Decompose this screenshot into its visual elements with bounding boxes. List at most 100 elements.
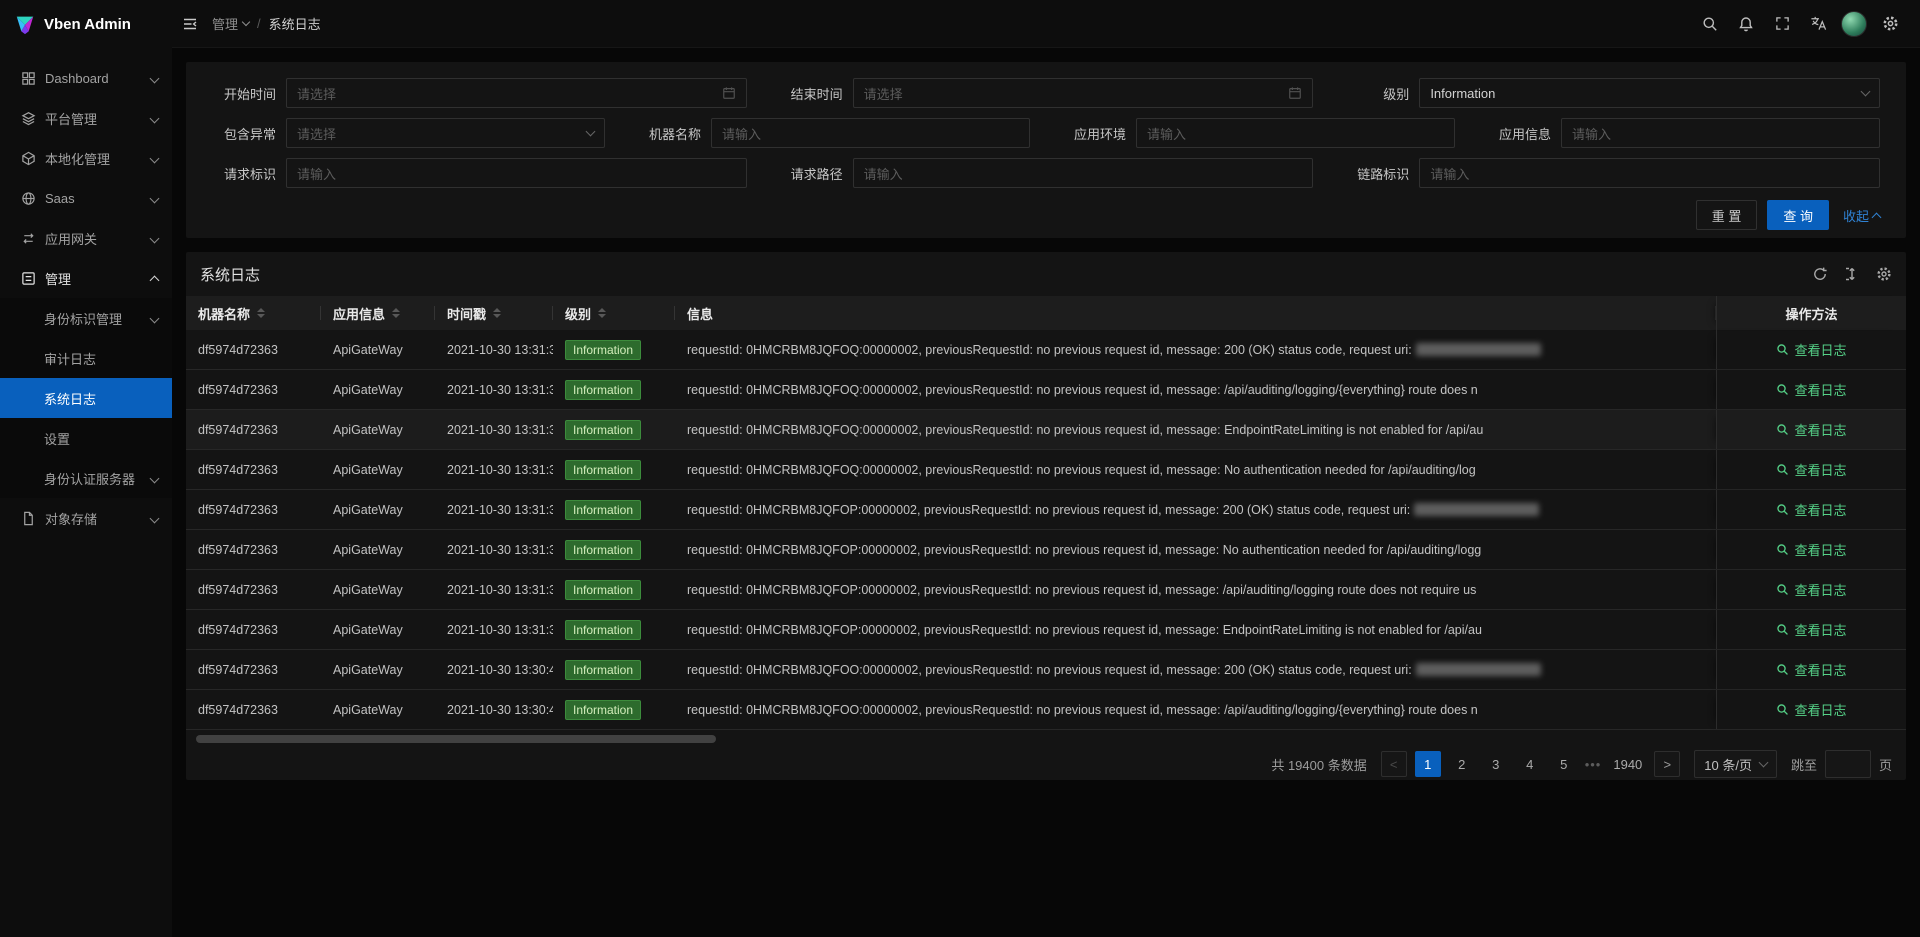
cell-message: requestId: 0HMCRBM8JQFOQ:00000002, previ… [675,330,1716,369]
table-row: df5974d72363ApiGateWay2021-10-30 13:31:3… [186,330,1906,370]
chevron-down-icon [1861,87,1871,97]
cell-machine-name: df5974d72363 [186,410,321,449]
breadcrumb-parent[interactable]: 管理 [212,14,249,33]
end-time-date-picker[interactable]: 请选择 [853,78,1314,108]
sidebar-item-saas[interactable]: Saas [0,178,172,218]
column-label: 应用信息 [333,304,385,323]
cell-app-info: ApiGateWay [321,330,435,369]
view-log-button[interactable]: 查看日志 [1776,460,1846,479]
level-badge: Information [565,500,641,520]
pages-ellipsis[interactable]: ••• [1585,757,1602,772]
field-placeholder: 请输入 [864,164,903,183]
notifications-button[interactable] [1728,0,1764,48]
sidebar-item-localization[interactable]: 本地化管理 [0,138,172,178]
sidebar-item-admin[interactable]: 管理 [0,258,172,298]
fullscreen-button[interactable] [1764,0,1800,48]
level-badge: Information [565,660,641,680]
language-button[interactable] [1800,0,1836,48]
sidebar-item-auth-server[interactable]: 身份认证服务器 [0,458,172,498]
view-log-button[interactable]: 查看日志 [1776,380,1846,399]
log-message: requestId: 0HMCRBM8JQFOP:00000002, previ… [687,583,1476,597]
page-jump-input[interactable] [1825,750,1871,778]
sidebar-item-platform[interactable]: 平台管理 [0,98,172,138]
header-actions [1692,0,1920,48]
trace-id-input[interactable]: 请输入 [1419,158,1880,188]
view-log-button[interactable]: 查看日志 [1776,540,1846,559]
column-settings-icon[interactable] [1876,266,1892,282]
sidebar-item-system-log[interactable]: 系统日志 [0,378,172,418]
prev-page-button[interactable]: < [1381,751,1407,777]
view-log-button[interactable]: 查看日志 [1776,580,1846,599]
field-label: 包含异常 [196,124,286,143]
cell-app-info: ApiGateWay [321,650,435,689]
sidebar-item-label: 管理 [45,269,143,288]
cell-app-info: ApiGateWay [321,530,435,569]
sidebar-item-label: Dashboard [45,71,143,86]
magnifier-icon [1776,463,1789,476]
has-exception-select[interactable]: 请选择 [286,118,605,148]
cell-machine-name: df5974d72363 [186,570,321,609]
table-header-row: 机器名称应用信息时间戳级别信息操作方法 [186,296,1906,330]
sidebar-item-storage[interactable]: 对象存储 [0,498,172,538]
sidebar-item-audit-log[interactable]: 审计日志 [0,338,172,378]
app-env-input[interactable]: 请输入 [1136,118,1455,148]
submenu-admin: 身份标识管理审计日志系统日志设置身份认证服务器 [0,298,172,498]
chevron-up-icon [1872,212,1882,222]
view-log-button[interactable]: 查看日志 [1776,500,1846,519]
app-title: Vben Admin [44,16,131,33]
page-button-2[interactable]: 2 [1449,751,1475,777]
column-header-timestamp[interactable]: 时间戳 [435,296,553,330]
level-select[interactable]: Information [1419,78,1880,108]
view-log-button[interactable]: 查看日志 [1776,660,1846,679]
row-height-icon[interactable] [1844,266,1860,282]
view-log-button[interactable]: 查看日志 [1776,620,1846,639]
log-message: requestId: 0HMCRBM8JQFOP:00000002, previ… [687,543,1481,557]
page-button-3[interactable]: 3 [1483,751,1509,777]
column-header-level[interactable]: 级别 [553,296,675,330]
sidebar-item-identity[interactable]: 身份标识管理 [0,298,172,338]
page-button-5[interactable]: 5 [1551,751,1577,777]
user-menu[interactable] [1836,0,1872,48]
page-button-1940[interactable]: 1940 [1609,751,1646,777]
page-button-1[interactable]: 1 [1415,751,1441,777]
app-logo[interactable]: Vben Admin [0,0,172,48]
next-page-button[interactable]: > [1654,751,1680,777]
storage-icon [20,510,36,526]
search-submit-button[interactable]: 查 询 [1767,200,1829,230]
start-time-date-picker[interactable]: 请选择 [286,78,747,108]
filter-actions: 重 置 查 询 收起 [186,198,1906,230]
refresh-icon[interactable] [1812,266,1828,282]
collapse-filters-link[interactable]: 收起 [1843,206,1880,225]
sidebar-item-dashboard[interactable]: Dashboard [0,58,172,98]
app-info-input[interactable]: 请输入 [1561,118,1880,148]
sidebar-item-gateway[interactable]: 应用网关 [0,218,172,258]
magnifier-icon [1776,623,1789,636]
view-log-button[interactable]: 查看日志 [1776,420,1846,439]
settings-button[interactable] [1872,0,1908,48]
request-id-input[interactable]: 请输入 [286,158,747,188]
page-button-4[interactable]: 4 [1517,751,1543,777]
scrollbar-thumb[interactable] [196,735,716,743]
column-header-machine-name[interactable]: 机器名称 [186,296,321,330]
view-log-button[interactable]: 查看日志 [1776,700,1846,719]
cell-actions: 查看日志 [1716,410,1906,449]
cell-level: Information [553,490,675,529]
view-log-label: 查看日志 [1794,660,1846,679]
cell-app-info: ApiGateWay [321,610,435,649]
machine-name-input[interactable]: 请输入 [711,118,1030,148]
table-panel: 系统日志 机器名称应用信息时间戳级别信息操作方法 df5974d72363Api… [186,252,1906,780]
main-content: 开始时间请选择结束时间请选择级别Information包含异常请选择机器名称请输… [172,48,1920,937]
filter-field-app-info: 应用信息请输入 [1471,118,1896,148]
level-badge: Information [565,380,641,400]
sidebar-collapse-button[interactable] [172,0,208,48]
page-size-select[interactable]: 10 条/页 [1694,750,1777,778]
search-button[interactable] [1692,0,1728,48]
request-path-input[interactable]: 请输入 [853,158,1314,188]
sidebar-item-label: 对象存储 [45,509,143,528]
column-header-app-info[interactable]: 应用信息 [321,296,435,330]
view-log-label: 查看日志 [1794,380,1846,399]
sidebar-item-settings[interactable]: 设置 [0,418,172,458]
reset-button[interactable]: 重 置 [1696,200,1758,230]
cell-message: requestId: 0HMCRBM8JQFOQ:00000002, previ… [675,370,1716,409]
view-log-button[interactable]: 查看日志 [1776,340,1846,359]
